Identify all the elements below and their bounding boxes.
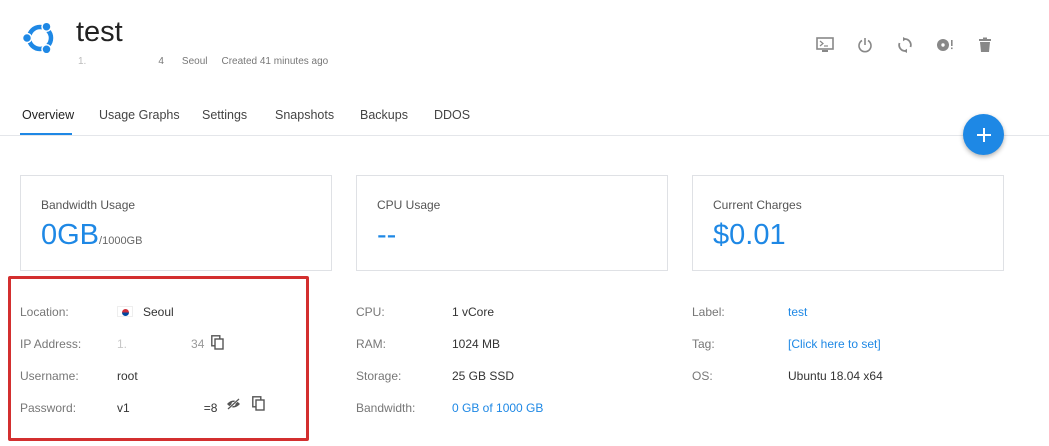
copy-password-button[interactable] <box>252 396 265 416</box>
server-created: Created 41 minutes ago <box>221 56 329 67</box>
add-button[interactable] <box>963 114 1004 155</box>
iso-disc-icon <box>937 39 953 51</box>
server-ip-start: 1. <box>78 56 87 67</box>
cpu-label: CPU: <box>356 305 385 319</box>
toggle-password-visibility-button[interactable] <box>226 397 241 415</box>
console-button[interactable] <box>816 34 834 56</box>
power-icon <box>858 38 872 53</box>
console-icon <box>816 37 834 52</box>
password-end: =8 <box>203 401 218 415</box>
bandwidth-usage-card: Bandwidth Usage 0GB/1000GB <box>20 175 332 271</box>
ram-label: RAM: <box>356 337 386 351</box>
eye-off-icon <box>227 398 240 410</box>
bandwidth-label: Bandwidth: <box>356 401 416 415</box>
ram-value: 1024 MB <box>452 337 501 351</box>
ip-address-end: 34 <box>191 337 205 351</box>
bandwidth-usage-value: 0GB/1000GB <box>41 219 142 252</box>
plus-icon <box>976 127 991 142</box>
location-label: Location: <box>20 305 69 319</box>
username-label: Username: <box>20 369 79 383</box>
cpu-usage-label: CPU Usage <box>377 198 441 212</box>
tag-label: Tag: <box>692 337 715 351</box>
server-location: Seoul <box>181 56 208 67</box>
bandwidth-usage-amount: 0GB <box>41 219 100 251</box>
bandwidth-usage-unit: /1000GB <box>99 235 143 247</box>
ip-address-start: 1. <box>117 337 128 351</box>
location-value: Seoul <box>117 305 174 319</box>
os-label: OS: <box>692 369 713 383</box>
storage-label: Storage: <box>356 369 402 383</box>
copy-ip-button[interactable] <box>211 335 224 355</box>
tab-backups[interactable]: Backups <box>360 108 408 122</box>
current-charges-card: Current Charges $0.01 <box>692 175 1004 271</box>
bandwidth-usage-label: Bandwidth Usage <box>41 198 136 212</box>
copy-icon <box>211 335 224 350</box>
ip-address-label: IP Address: <box>20 337 82 351</box>
header-actions <box>816 34 994 56</box>
password-value: v1 =8 <box>117 401 217 415</box>
copy-icon <box>252 396 265 411</box>
ubuntu-logo-icon <box>20 18 60 58</box>
iso-button[interactable] <box>936 34 954 56</box>
os-value: Ubuntu 18.04 x64 <box>788 369 883 383</box>
password-start: v1 <box>117 401 130 415</box>
label-value-link[interactable]: test <box>788 305 807 319</box>
power-button[interactable] <box>856 34 874 56</box>
highlight-annotation-box <box>8 276 309 441</box>
current-charges-value: $0.01 <box>713 219 786 251</box>
bandwidth-value-link[interactable]: 0 GB of 1000 GB <box>452 401 543 415</box>
tab-usage-graphs[interactable]: Usage Graphs <box>99 108 180 122</box>
storage-value: 25 GB SSD <box>452 369 515 383</box>
label-label: Label: <box>692 305 725 319</box>
tag-set-link[interactable]: [Click here to set] <box>788 337 881 351</box>
restart-button[interactable] <box>896 34 914 56</box>
username-value: root <box>117 369 138 383</box>
restart-icon <box>898 37 912 53</box>
tab-snapshots[interactable]: Snapshots <box>275 108 334 122</box>
password-label: Password: <box>20 401 77 415</box>
cpu-value: 1 vCore <box>452 305 495 319</box>
south-korea-flag-icon <box>117 306 133 317</box>
cpu-usage-value: -- <box>377 219 397 251</box>
tab-bar: Overview Usage Graphs Settings Snapshots… <box>0 100 1049 136</box>
tab-overview[interactable]: Overview <box>22 108 74 122</box>
server-header: test 1. 4 Seoul Created 41 minutes ago <box>0 0 1049 100</box>
tab-ddos[interactable]: DDOS <box>434 108 470 122</box>
current-charges-label: Current Charges <box>713 198 802 212</box>
server-ip-end: 4 <box>158 56 164 67</box>
delete-button[interactable] <box>976 34 994 56</box>
server-title: test <box>76 16 123 48</box>
server-subline: 1. 4 Seoul Created 41 minutes ago <box>78 56 338 67</box>
tab-settings[interactable]: Settings <box>202 108 247 122</box>
ip-address-value: 1. 34 <box>117 337 204 351</box>
trash-icon <box>979 37 991 52</box>
active-tab-indicator <box>20 133 72 135</box>
cpu-usage-card: CPU Usage -- <box>356 175 668 271</box>
